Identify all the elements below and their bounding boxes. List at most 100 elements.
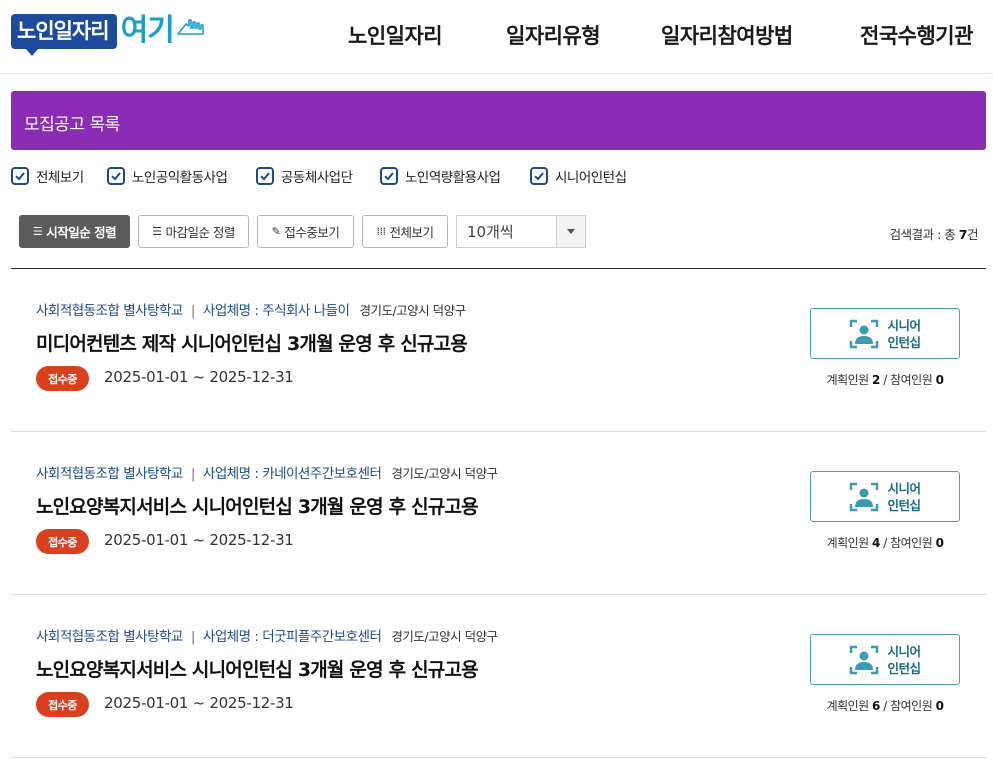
headcount: 계획인원 4 / 참여인원 0 xyxy=(810,534,960,551)
nav-item-senior-jobs[interactable]: 노인일자리 xyxy=(348,20,443,50)
page-size-select[interactable]: 10개씩 xyxy=(456,215,586,248)
user-frame-icon xyxy=(850,645,879,674)
listing-meta: 사회적협동조합 별사탕학교 | 사업체명 : 더굿피플주간보호센터 경기도/고양시 덕… xyxy=(36,625,498,645)
listing-title[interactable]: 노인요양복지서비스 시니어인턴십 3개월 운영 후 신규고용 xyxy=(36,492,479,519)
org-name[interactable]: 사회적협동조합 별사탕학교 xyxy=(36,466,183,482)
checkbox[interactable] xyxy=(530,167,548,185)
site-logo[interactable]: 노인일자리 여기 xyxy=(11,10,206,56)
separator: | xyxy=(190,303,196,319)
check-icon xyxy=(15,172,25,181)
sort-by-start-button[interactable]: ☰ 시작일순 정렬 xyxy=(19,215,130,248)
filter-public-activity[interactable]: 노인공익활동사업 xyxy=(107,166,228,186)
sort-by-end-button[interactable]: ☰ 마감일순 정렬 xyxy=(138,215,249,248)
job-type-button[interactable]: 시니어 인턴십 xyxy=(810,634,960,685)
category-filters: 전체보기 노인공익활동사업 공동체사업단 노인역량활용사업 시니어인턴십 xyxy=(11,166,986,186)
nav-item-agencies[interactable]: 전국수행기관 xyxy=(860,20,973,50)
region: 경기도/고양시 덕양구 xyxy=(391,466,498,481)
filter-label: 전체보기 xyxy=(36,170,84,186)
logo-badge: 노인일자리 xyxy=(11,13,117,56)
user-frame-icon xyxy=(850,482,879,511)
biz-name: 주식회사 나들이 xyxy=(262,303,350,319)
result-number: 7 xyxy=(958,227,968,242)
listing-period: 2025-01-01 ~ 2025-12-31 xyxy=(104,531,294,549)
biz-name: 카네이션주간보호센터 xyxy=(262,466,382,482)
listing-title[interactable]: 미디어컨텐츠 제작 시니어인턴십 3개월 운영 후 신규고용 xyxy=(36,329,468,356)
chevron-down-icon[interactable] xyxy=(556,216,585,247)
page-title: 모집공고 목록 xyxy=(24,115,120,135)
listing-period: 2025-01-01 ~ 2025-12-31 xyxy=(104,368,294,386)
view-open-button[interactable]: ✎ 접수중보기 xyxy=(257,215,354,248)
job-type-line1: 시니어 xyxy=(887,480,921,496)
result-suffix: 건 xyxy=(966,227,979,242)
biz-label: 사업체명 : xyxy=(202,303,263,319)
checkbox[interactable] xyxy=(380,167,398,185)
region: 경기도/고양시 덕양구 xyxy=(359,303,466,318)
filter-community[interactable]: 공동체사업단 xyxy=(256,166,353,186)
listing-period: 2025-01-01 ~ 2025-12-31 xyxy=(104,694,294,712)
filter-senior-internship[interactable]: 시니어인턴십 xyxy=(530,166,627,186)
job-type-button[interactable]: 시니어 인턴십 xyxy=(810,471,960,522)
job-type-line2: 인턴십 xyxy=(887,334,921,350)
joined-label: / 참여인원 xyxy=(879,536,936,550)
user-frame-icon xyxy=(850,319,879,348)
filter-label: 노인역량활용사업 xyxy=(405,170,501,186)
grid-icon: ⁞⁞⁞ xyxy=(376,225,386,238)
pencil-icon: ✎ xyxy=(271,225,281,238)
job-type-line2: 인턴십 xyxy=(887,660,921,676)
listing-title[interactable]: 노인요양복지서비스 시니어인턴십 3개월 운영 후 신규고용 xyxy=(36,655,479,682)
button-label: 전체보기 xyxy=(389,225,434,240)
org-name[interactable]: 사회적협동조합 별사탕학교 xyxy=(36,629,183,645)
status-badge: 접수중 xyxy=(36,366,89,391)
job-type-button[interactable]: 시니어 인턴십 xyxy=(810,308,960,359)
filter-label: 시니어인턴십 xyxy=(555,170,627,186)
page-title-bar: 모집공고 목록 xyxy=(11,91,986,150)
button-label: 시작일순 정렬 xyxy=(46,225,117,240)
headcount: 계획인원 6 / 참여인원 0 xyxy=(810,697,960,714)
joined-count: 0 xyxy=(935,373,944,387)
list-toolbar: ☰ 시작일순 정렬 ☰ 마감일순 정렬 ✎ 접수중보기 ⁞⁞⁞ 전체보기 10개… xyxy=(19,215,986,248)
logo-text: 여기 xyxy=(120,13,175,48)
view-all-button[interactable]: ⁞⁞⁞ 전체보기 xyxy=(362,215,448,248)
result-count: 검색결과 : 총 7건 xyxy=(889,224,979,243)
checkbox[interactable] xyxy=(11,167,29,185)
check-icon xyxy=(260,172,270,181)
button-label: 마감일순 정렬 xyxy=(165,225,235,240)
filter-label: 노인공익활동사업 xyxy=(132,170,228,186)
checkbox[interactable] xyxy=(256,167,274,185)
nav-item-job-types[interactable]: 일자리유형 xyxy=(506,20,601,50)
separator: | xyxy=(190,629,196,645)
checkbox[interactable] xyxy=(107,167,125,185)
list-icon: ☰ xyxy=(152,225,162,238)
job-type-line1: 시니어 xyxy=(887,317,921,333)
result-prefix: 검색결과 : 총 xyxy=(889,227,959,242)
listing-meta: 사회적협동조합 별사탕학교 | 사업체명 : 주식회사 나들이 경기도/고양시 덕양구 xyxy=(36,299,466,319)
job-type-label: 시니어 인턴십 xyxy=(887,643,921,677)
joined-count: 0 xyxy=(935,536,944,550)
biz-label: 사업체명 : xyxy=(202,466,263,482)
planned-label: 계획인원 xyxy=(826,373,873,387)
filter-capacity[interactable]: 노인역량활용사업 xyxy=(380,166,501,186)
listing-meta: 사회적협동조합 별사탕학교 | 사업체명 : 카네이션주간보호센터 경기도/고양시 덕… xyxy=(36,462,498,482)
filter-label: 공동체사업단 xyxy=(281,170,353,186)
status-badge: 접수중 xyxy=(36,529,89,554)
check-icon xyxy=(534,172,544,181)
job-type-label: 시니어 인턴십 xyxy=(887,480,921,514)
nav-item-how-to-join[interactable]: 일자리참여방법 xyxy=(661,20,793,50)
region: 경기도/고양시 덕양구 xyxy=(391,629,498,644)
planned-count: 4 xyxy=(872,536,880,550)
org-name[interactable]: 사회적협동조합 별사탕학교 xyxy=(36,303,183,319)
joined-label: / 참여인원 xyxy=(879,699,936,713)
check-icon xyxy=(111,172,121,181)
button-label: 접수중보기 xyxy=(284,225,340,240)
job-type-line2: 인턴십 xyxy=(887,497,921,513)
list-icon: ☰ xyxy=(32,225,43,238)
site-header: 노인일자리 여기 노인일자리 일자리유형 일자리참여방법 전국수행기관 xyxy=(0,0,993,74)
headcount: 계획인원 2 / 참여인원 0 xyxy=(810,371,960,388)
list-item: 사회적협동조합 별사탕학교 | 사업체명 : 더굿피플주간보호센터 경기도/고양시 덕… xyxy=(11,595,986,758)
check-icon xyxy=(384,172,394,181)
separator: | xyxy=(190,466,196,482)
planned-label: 계획인원 xyxy=(826,536,873,550)
job-type-line1: 시니어 xyxy=(887,643,921,659)
filter-all[interactable]: 전체보기 xyxy=(11,166,84,186)
planned-count: 6 xyxy=(872,699,880,713)
